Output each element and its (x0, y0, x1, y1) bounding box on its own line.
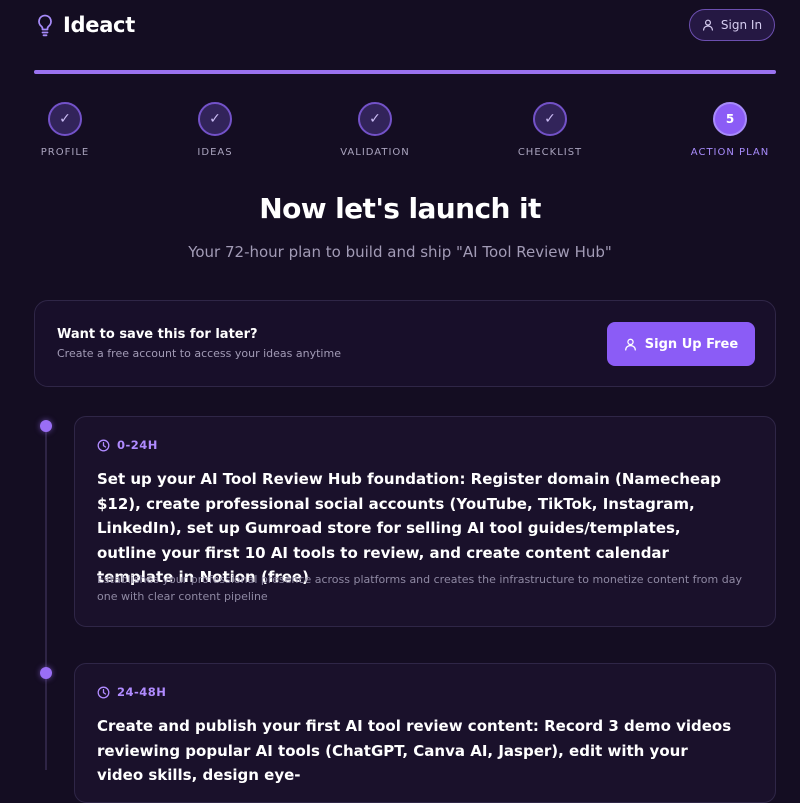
timeline-card: 0-24H Set up your AI Tool Review Hub fou… (74, 416, 776, 627)
task-note: Establishes your professional presence a… (97, 573, 742, 603)
step-label: VALIDATION (340, 147, 410, 158)
timeline-line (45, 426, 47, 770)
task-description: Create and publish your first AI tool re… (97, 717, 732, 784)
clock-icon (97, 439, 110, 451)
logo[interactable]: Ideact (36, 13, 135, 37)
page-subtitle: Your 72-hour plan to build and ship "AI … (188, 243, 612, 261)
progress-fill (34, 70, 776, 74)
time-range: 0-24H (97, 438, 158, 452)
step-label: PROFILE (40, 147, 90, 158)
timeline-dot (40, 420, 52, 432)
step-label: ACTION PLAN (690, 147, 770, 158)
step-label: CHECKLIST (517, 147, 583, 158)
save-prompt-card: Want to save this for later? Create a fr… (34, 300, 776, 387)
step-profile[interactable]: ✓ PROFILE (5, 102, 125, 158)
check-icon: ✓ (358, 102, 392, 136)
user-icon (624, 338, 636, 351)
check-icon: ✓ (533, 102, 567, 136)
top-bar: Ideact Sign In (0, 0, 800, 52)
sign-in-button[interactable]: Sign In (689, 9, 775, 41)
app-name: Ideact (63, 13, 135, 37)
step-label: IDEAS (197, 147, 233, 158)
step-action-plan[interactable]: 5 ACTION PLAN (670, 102, 790, 158)
timeline-card: 24-48H Create and publish your first AI … (74, 663, 776, 803)
step-number: 5 (713, 102, 747, 136)
step-ideas[interactable]: ✓ IDEAS (155, 102, 275, 158)
page-title: Now let's launch it (259, 192, 541, 225)
time-range-label: 0-24H (117, 438, 158, 452)
lightbulb-icon (38, 14, 52, 37)
time-range: 24-48H (97, 685, 166, 699)
step-validation[interactable]: ✓ VALIDATION (315, 102, 435, 158)
step-checklist[interactable]: ✓ CHECKLIST (490, 102, 610, 158)
sign-in-label: Sign In (720, 18, 763, 32)
progress-bar (34, 70, 776, 74)
sign-up-label: Sign Up Free (644, 336, 739, 352)
time-range-label: 24-48H (117, 685, 167, 699)
save-prompt-description: Create a free account to access your ide… (57, 347, 341, 360)
clock-icon (97, 686, 110, 698)
save-prompt-title: Want to save this for later? (57, 327, 258, 342)
sign-up-free-button[interactable]: Sign Up Free (607, 322, 755, 366)
check-icon: ✓ (48, 102, 82, 136)
stepper: ✓ PROFILE ✓ IDEAS ✓ VALIDATION ✓ CHECKLI… (0, 102, 800, 162)
timeline-dot (40, 667, 52, 679)
check-icon: ✓ (198, 102, 232, 136)
user-icon (702, 19, 713, 31)
